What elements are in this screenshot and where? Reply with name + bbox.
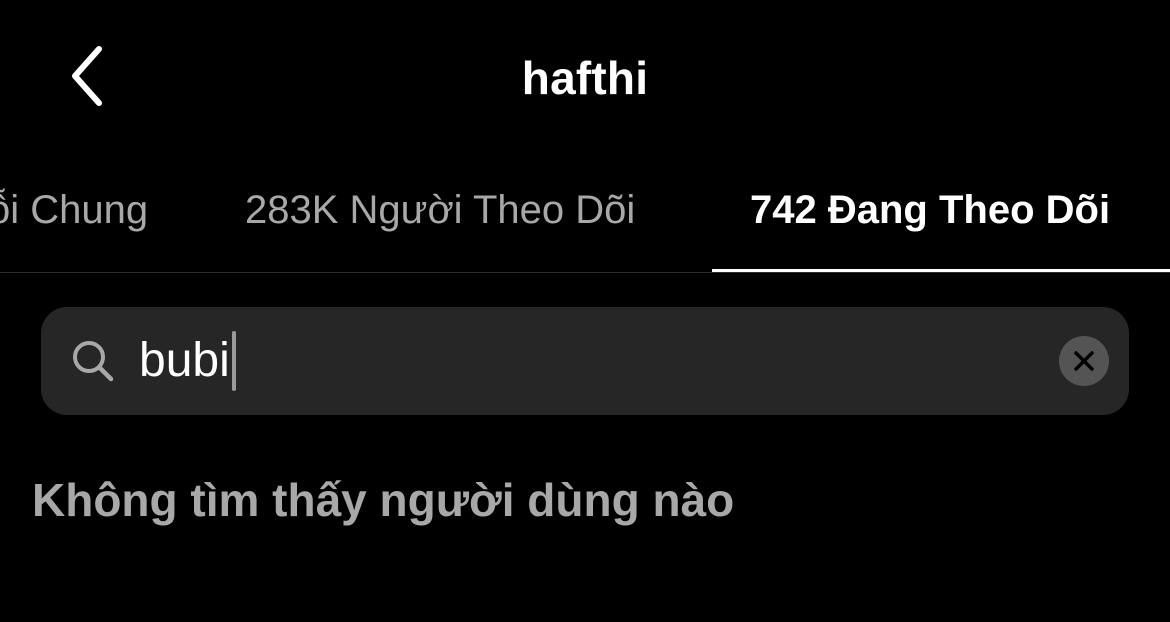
text-caret	[231, 331, 236, 391]
search-input[interactable]: bubi	[139, 331, 236, 391]
tab-bar: ỗi Chung 283K Người Theo Dõi 742 Đang Th…	[0, 150, 1170, 273]
active-tab-indicator	[712, 269, 1170, 272]
search-input-value: bubi	[139, 334, 230, 387]
search-bar[interactable]: bubi	[41, 307, 1129, 415]
header: hafthi	[0, 0, 1170, 150]
page-title: hafthi	[521, 52, 649, 104]
search-icon	[73, 341, 114, 382]
clear-search-button[interactable]	[1059, 336, 1109, 386]
empty-results-message: Không tìm thấy người dùng nào	[32, 474, 735, 526]
tab-followers[interactable]: 283K Người Theo Dõi	[245, 185, 635, 235]
close-icon	[1074, 351, 1094, 371]
tab-following[interactable]: 742 Đang Theo Dõi	[750, 185, 1110, 235]
tab-mutual[interactable]: ỗi Chung	[0, 185, 148, 235]
